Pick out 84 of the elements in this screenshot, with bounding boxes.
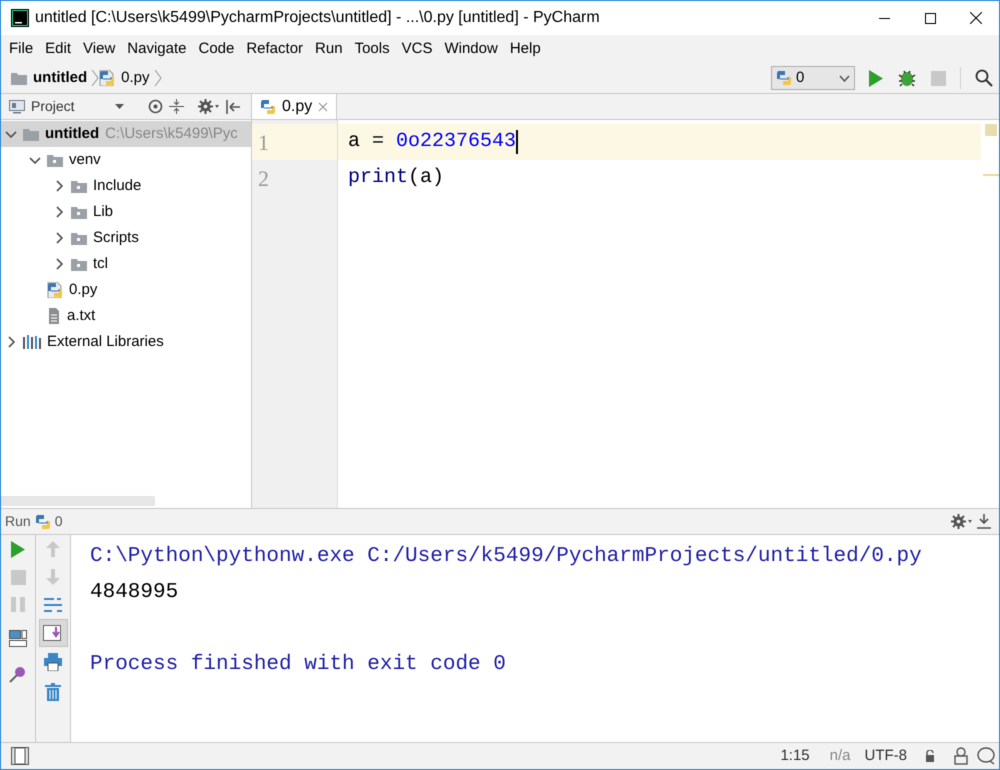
line-number: 1 <box>252 124 337 160</box>
menu-item[interactable]: VCS <box>396 38 438 60</box>
folder-icon <box>71 231 87 245</box>
folder-icon <box>47 153 63 167</box>
console-line: 4848995 <box>90 580 178 606</box>
line-number: 2 <box>257 164 270 192</box>
inspector-icon[interactable] <box>953 747 969 765</box>
console-line: C:\Python\pythonw.exe C:/Users/k5499/PycharmProjects/untitled/0.py <box>90 544 922 570</box>
tree-item[interactable]: Scripts <box>93 226 139 250</box>
trash-icon[interactable] <box>45 683 61 701</box>
layout-icon[interactable] <box>9 630 27 647</box>
tree-item[interactable]: tcl <box>93 252 108 276</box>
file-encoding[interactable]: UTF-8 <box>864 744 907 768</box>
collapse-all-icon[interactable] <box>168 99 184 114</box>
window-title: untitled [C:\Users\k5499\PycharmProjects\untitled] - ...\0.py [untitled] - PyCharm <box>35 8 600 28</box>
menu-item[interactable]: View <box>77 38 122 60</box>
breadcrumb-separator-icon <box>91 70 100 86</box>
python-file-icon <box>99 70 116 86</box>
tree-item[interactable]: 0.py <box>69 278 98 302</box>
print-icon[interactable] <box>44 653 62 671</box>
folder-icon <box>11 71 27 85</box>
dropdown-caret-icon[interactable] <box>114 104 124 109</box>
menu-item[interactable]: Code <box>192 38 240 60</box>
error-stripe-mark <box>983 174 999 176</box>
menu-item[interactable]: Navigate <box>121 38 192 60</box>
breadcrumb[interactable]: untitled <box>33 66 88 90</box>
minimize-panel-icon[interactable] <box>977 514 991 529</box>
run-panel-title: Run <box>5 512 31 531</box>
soft-wrap-icon[interactable] <box>44 597 62 613</box>
settings-icon[interactable] <box>951 514 973 529</box>
breadcrumb[interactable]: 0.py <box>121 66 150 90</box>
menu-item[interactable]: Help <box>504 38 547 60</box>
menu-item[interactable]: Window <box>438 38 504 60</box>
python-file-icon <box>47 282 63 298</box>
settings-icon[interactable] <box>198 99 220 114</box>
maximize-icon <box>924 12 936 24</box>
text-cursor <box>516 130 518 154</box>
libraries-icon <box>23 335 41 349</box>
debug-icon[interactable] <box>897 69 917 87</box>
tree-item[interactable]: Lib <box>93 200 114 224</box>
folder-icon <box>71 205 87 219</box>
project-view-icon <box>9 100 25 114</box>
locate-icon[interactable] <box>148 99 163 114</box>
analysis-status-marker <box>985 124 997 136</box>
folder-icon <box>23 127 39 141</box>
rerun-icon[interactable] <box>11 541 25 558</box>
tree-item[interactable]: External Libraries <box>47 330 164 354</box>
horizontal-scrollbar[interactable] <box>1 496 155 506</box>
python-file-icon <box>260 98 276 114</box>
python-icon <box>776 70 792 86</box>
panel-title[interactable]: Project <box>31 96 75 117</box>
editor-tab[interactable]: 0.py <box>252 94 338 119</box>
scroll-to-end-button[interactable] <box>38 619 68 647</box>
close-icon[interactable] <box>318 102 328 112</box>
tree-item[interactable]: Include <box>93 174 142 198</box>
hide-panel-icon[interactable] <box>226 100 240 114</box>
search-icon[interactable] <box>975 69 993 87</box>
python-icon <box>34 514 51 530</box>
menu-item[interactable]: Edit <box>39 38 78 60</box>
run-config-label[interactable]: 0 <box>54 511 62 532</box>
tool-windows-icon[interactable] <box>11 747 29 765</box>
run-icon[interactable] <box>869 70 883 86</box>
close-icon <box>970 12 982 24</box>
pin-icon[interactable] <box>9 665 27 683</box>
lock-icon[interactable] <box>925 750 935 762</box>
folder-icon <box>71 257 87 271</box>
menu-item[interactable]: Refactor <box>240 38 310 60</box>
breadcrumb-separator-icon <box>154 70 162 86</box>
scroll-to-end-icon <box>43 624 63 642</box>
menu-item[interactable]: Run <box>309 38 349 60</box>
menu-item[interactable]: File <box>3 38 40 60</box>
menu-item[interactable]: Tools <box>348 38 396 60</box>
code-line: print(a) <box>347 165 446 191</box>
dropdown-caret-icon <box>839 74 850 82</box>
tree-item[interactable]: venv <box>69 148 101 172</box>
caret-position[interactable]: 1:15 <box>780 744 810 768</box>
event-log-icon[interactable] <box>977 747 995 765</box>
tree-item[interactable]: a.txt <box>67 304 96 328</box>
folder-icon <box>71 179 87 193</box>
tree-item-path: C:\Users\k5499\Pyc <box>105 124 238 144</box>
run-config-dropdown[interactable]: 0 <box>771 66 855 90</box>
tree-row-selected[interactable]: untitled C:\Users\k5499\Pyc <box>1 121 251 147</box>
text-file-icon <box>47 308 61 324</box>
console-line: Process finished with exit code 0 <box>90 652 506 678</box>
